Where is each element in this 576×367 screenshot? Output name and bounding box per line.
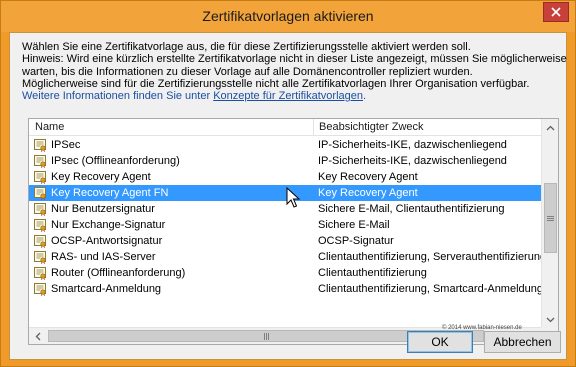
close-button[interactable]: [543, 2, 569, 22]
table-row[interactable]: Key Recovery Agent Key Recovery Agent: [29, 169, 541, 185]
table-row[interactable]: OCSP-Antwortsignatur OCSP-Signatur: [29, 233, 541, 249]
column-divider[interactable]: [313, 119, 314, 136]
column-header-name[interactable]: Name: [35, 121, 64, 133]
certificate-template-icon: [34, 187, 46, 200]
grip-icon: [263, 332, 269, 340]
certificate-template-icon: [34, 267, 46, 280]
certificate-template-icon: [34, 203, 46, 216]
row-name: OCSP-Antwortsignatur: [51, 235, 163, 247]
row-name: IPsec (Offlineanforderung): [51, 155, 180, 167]
table-row[interactable]: IPsec (Offlineanforderung) IP-Sicherheits…: [29, 153, 541, 169]
table-row[interactable]: Smartcard-Anmeldung Clientauthentifizieru…: [29, 281, 544, 297]
row-name: Router (Offlineanforderung): [51, 267, 186, 279]
vertical-scroll-thumb[interactable]: [544, 183, 557, 253]
title-bar[interactable]: Zertifikatvorlagen aktivieren: [1, 1, 575, 32]
certificate-template-icon: [34, 171, 46, 184]
info-line: Weitere Informationen finden Sie unter K…: [22, 90, 556, 102]
table-row[interactable]: RAS- und IAS-Server Clientauthentifizieru…: [29, 249, 546, 265]
scroll-up-button[interactable]: [542, 119, 558, 136]
table-row[interactable]: Nur Benutzersignatur Sichere E-Mail, Clie…: [29, 201, 541, 217]
mouse-pointer-icon: [286, 187, 301, 208]
row-name: Key Recovery Agent: [51, 171, 151, 183]
window-title: Zertifikatvorlagen aktivieren: [202, 8, 374, 24]
row-name: IPSec: [51, 139, 81, 151]
certificate-template-icon: [34, 283, 46, 296]
table-row[interactable]: Nur Exchange-Signatur Sichere E-Mail: [29, 217, 541, 233]
scroll-down-button[interactable]: [542, 311, 558, 328]
row-purpose: Clientauthentifizierung, Smartcard-Anmel…: [318, 283, 544, 295]
row-purpose: IP-Sicherheits-IKE, dazwischenliegend: [318, 155, 507, 167]
description-line-1: Wählen Sie eine Zertifikatvorlage aus, d…: [22, 41, 471, 53]
row-purpose: IP-Sicherheits-IKE, dazwischenliegend: [318, 139, 507, 151]
dialog-window: Zertifikatvorlagen aktivieren Wählen Sie…: [0, 0, 576, 367]
row-name: Key Recovery Agent FN: [51, 187, 169, 199]
certificate-template-icon: [34, 235, 46, 248]
cancel-button[interactable]: Abbrechen: [484, 331, 561, 353]
ok-button[interactable]: OK: [407, 331, 473, 353]
description-line-4: Möglicherweise sind für die Zertifizieru…: [22, 77, 530, 90]
row-purpose: OCSP-Signatur: [318, 235, 394, 247]
row-name: Smartcard-Anmeldung: [51, 283, 162, 295]
grip-icon: [547, 215, 554, 221]
row-purpose: Key Recovery Agent: [318, 171, 418, 183]
table-row[interactable]: IPSec IP-Sicherheits-IKE, dazwischenliege…: [29, 137, 541, 153]
chevron-left-icon: [35, 332, 40, 341]
row-purpose: Clientauthentifizierung: [318, 267, 427, 279]
concepts-link[interactable]: Konzepte für Zertifikatvorlagen: [213, 90, 363, 102]
info-suffix: .: [363, 90, 367, 103]
row-purpose: Sichere E-Mail: [318, 219, 390, 231]
table-row[interactable]: Router (Offlineanforderung) Clientauthent…: [29, 265, 541, 281]
row-name: Nur Exchange-Signatur: [51, 219, 166, 231]
row-purpose: Key Recovery Agent: [318, 187, 418, 199]
description-line-2: Hinweis: Wird eine kürzlich erstellte Ze…: [22, 53, 567, 66]
row-purpose: Sichere E-Mail, Clientauthentifizierung: [318, 203, 505, 215]
chevron-down-icon: [546, 317, 555, 322]
certificate-template-icon: [34, 139, 46, 152]
description-line-3: warten, bis die Informationen zu dieser …: [22, 65, 473, 78]
certificate-template-icon: [34, 251, 46, 264]
description-text: Wählen Sie eine Zertifikatvorlage aus, d…: [22, 41, 567, 102]
list-rows: IPSec IP-Sicherheits-IKE, dazwischenliege…: [29, 137, 546, 297]
info-prefix: Weitere Informationen finden Sie unter: [22, 90, 214, 103]
row-purpose: Clientauthentifizierung, Serverauthentif…: [318, 251, 547, 263]
certificate-template-icon: [34, 219, 46, 232]
list-header: Name Beabsichtigter Zweck: [29, 119, 541, 136]
chevron-up-icon: [546, 125, 555, 130]
template-list[interactable]: Name Beabsichtigter Zweck IPSec IP-Sicher…: [28, 118, 559, 345]
column-header-purpose[interactable]: Beabsichtigter Zweck: [319, 121, 424, 133]
vertical-scrollbar[interactable]: [541, 119, 558, 328]
certificate-template-icon: [34, 155, 46, 168]
scroll-left-button[interactable]: [29, 328, 46, 344]
close-icon: [551, 7, 561, 17]
table-row[interactable]: Key Recovery Agent FN Key Recovery Agent: [29, 185, 541, 201]
row-name: Nur Benutzersignatur: [51, 203, 155, 215]
row-name: RAS- und IAS-Server: [51, 251, 156, 263]
